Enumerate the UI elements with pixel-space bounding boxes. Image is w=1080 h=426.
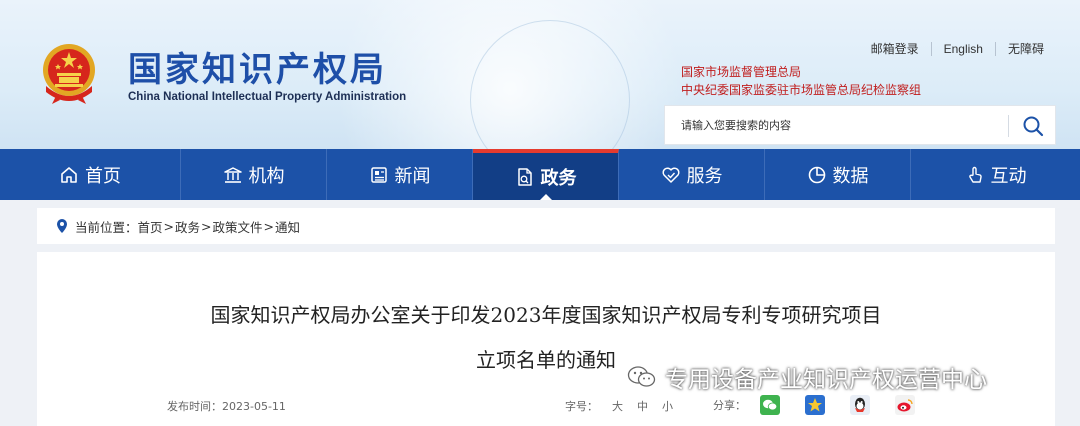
nav-item-label: 数据 [832, 165, 869, 187]
breadcrumb-separator: > [163, 218, 175, 234]
service-icon [662, 167, 679, 183]
wechat-watermark-icon [627, 366, 656, 387]
main-nav: 首页 机构 新闻 政务 服务 数据 互动 [0, 149, 1080, 200]
nav-item-home[interactable]: 首页 [0, 149, 181, 200]
mail-login-link[interactable]: 邮箱登录 [859, 42, 931, 56]
nav-item-service[interactable]: 服务 [619, 149, 765, 200]
nav-item-label: 新闻 [394, 165, 431, 187]
watermark-text: 专用设备产业知识产权运营中心 [665, 367, 987, 393]
publish-date-value: 2023-05-11 [222, 400, 286, 413]
breadcrumb-prefix: 当前位置： [75, 219, 138, 235]
national-emblem-icon [43, 44, 95, 104]
org-link-discipline[interactable]: 中央纪委国家监委驻市场监管总局纪检监察组 [681, 81, 921, 98]
search-icon[interactable] [1021, 114, 1045, 138]
site-logo-title[interactable]: 国家知识产权局 [128, 42, 387, 91]
nav-item-institution[interactable]: 机构 [181, 149, 327, 200]
weibo-icon[interactable] [895, 395, 915, 415]
font-size-large[interactable]: 大 [612, 398, 623, 414]
font-size-label: 字号： [565, 400, 598, 413]
font-size-control: 字号： 大 中 小 [565, 398, 673, 414]
accessibility-link[interactable]: 无障碍 [994, 42, 1056, 56]
top-links: 邮箱登录 English 无障碍 [859, 42, 1056, 56]
breadcrumb-separator: > [263, 218, 275, 234]
breadcrumb-notice[interactable]: 通知 [275, 217, 300, 236]
breadcrumb-separator: > [201, 218, 212, 234]
qzone-icon[interactable] [805, 395, 825, 415]
nav-item-label: 政务 [540, 167, 577, 189]
publish-date: 发布时间：2023-05-11 [167, 398, 286, 414]
data-chart-icon [808, 166, 825, 183]
site-logo-subtitle: China National Intellectual Property Adm… [128, 91, 407, 103]
search-input[interactable] [665, 106, 1007, 144]
search-box [664, 105, 1056, 145]
org-link-samr[interactable]: 国家市场监督管理总局 [681, 63, 801, 80]
news-icon [370, 166, 387, 183]
publish-date-label: 发布时间： [167, 400, 222, 413]
qq-icon[interactable] [850, 395, 870, 415]
nav-item-data[interactable]: 数据 [765, 149, 911, 200]
nav-item-interaction[interactable]: 互动 [911, 149, 1080, 200]
wechat-watermark: 专用设备产业知识产权运营中心 [627, 360, 987, 394]
breadcrumb-policy-documents[interactable]: 政策文件 [213, 217, 263, 236]
nav-item-label: 服务 [686, 165, 723, 187]
nav-item-government-affairs[interactable]: 政务 [473, 149, 619, 200]
nav-item-news[interactable]: 新闻 [327, 149, 473, 200]
location-pin-icon [57, 219, 67, 233]
font-size-medium[interactable]: 中 [637, 398, 648, 414]
site-header: 国家知识产权局 China National Intellectual Prop… [0, 0, 1080, 149]
share-label: 分享： [713, 399, 746, 412]
english-link[interactable]: English [930, 42, 995, 56]
breadcrumb-home[interactable]: 首页 [138, 217, 163, 236]
breadcrumb-government-affairs[interactable]: 政务 [175, 217, 200, 236]
share-bar: 分享： [713, 395, 940, 415]
font-size-small[interactable]: 小 [662, 398, 673, 414]
government-icon [517, 167, 532, 186]
institution-icon [223, 166, 242, 183]
nav-item-label: 互动 [990, 165, 1027, 187]
wechat-icon[interactable] [760, 395, 780, 415]
interaction-icon [968, 166, 982, 183]
nav-item-label: 首页 [85, 165, 121, 187]
home-icon [61, 166, 77, 183]
breadcrumb: 当前位置： 首页 > 政务 > 政策文件 > 通知 [37, 208, 1055, 244]
article-panel: 国家知识产权局办公室关于印发2023年度国家知识产权局专利专项研究项目 立项名单… [37, 252, 1055, 426]
article-title-line1: 国家知识产权局办公室关于印发2023年度国家知识产权局专利专项研究项目 [210, 303, 882, 327]
nav-item-label: 机构 [248, 165, 285, 187]
